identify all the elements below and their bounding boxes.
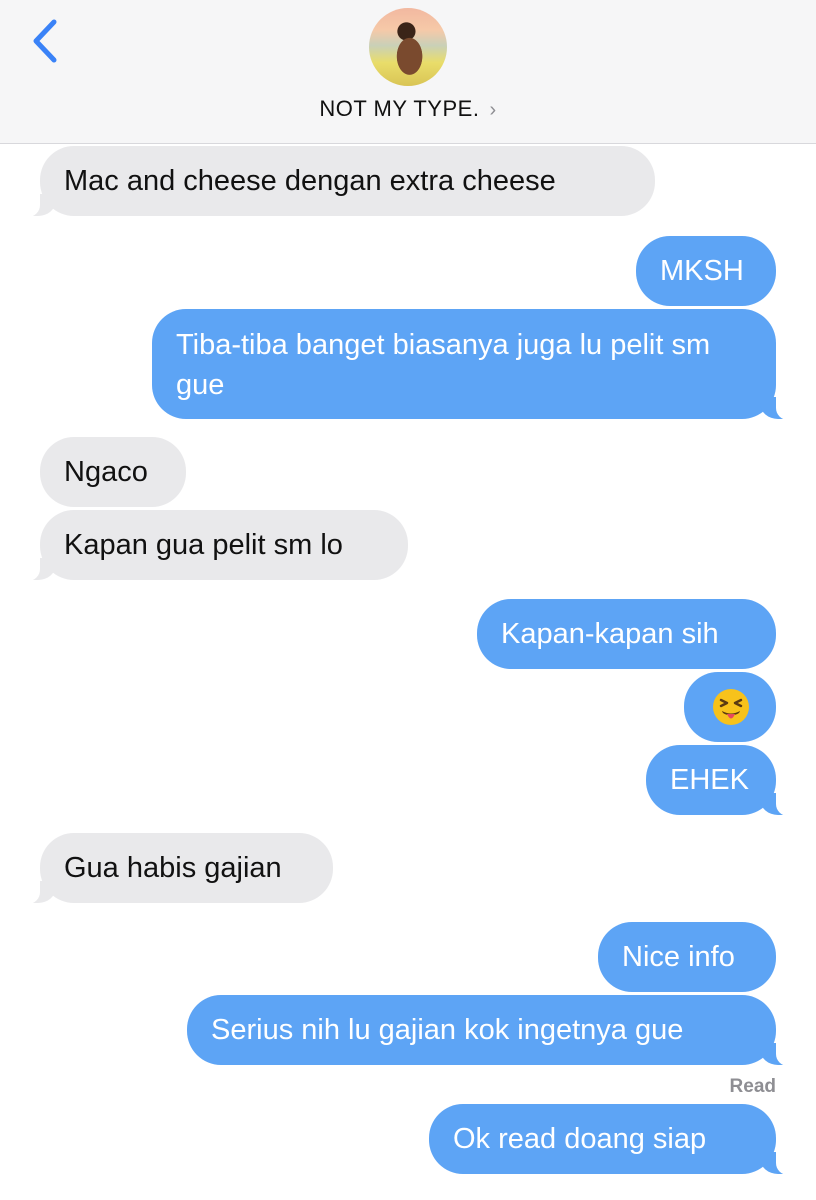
message-text: Mac and cheese dengan extra cheese xyxy=(64,165,556,197)
message-text: Gua habis gajian xyxy=(64,852,282,884)
message-text: Kapan gua pelit sm lo xyxy=(64,529,343,561)
message-text: Ok read doang siap xyxy=(453,1123,707,1155)
outgoing-message[interactable]: Ok read doang siap xyxy=(429,1104,796,1175)
message-text: Serius nih lu gajian kok ingetnya gue xyxy=(211,1014,684,1046)
incoming-message[interactable]: Ngaco xyxy=(40,437,186,507)
incoming-message[interactable]: Gua habis gajian xyxy=(20,833,333,904)
outgoing-message[interactable]: Serius nih lu gajian kok ingetnya gue xyxy=(187,995,796,1066)
back-button[interactable] xyxy=(26,14,66,68)
message-text: Nice info xyxy=(622,941,735,973)
outgoing-message[interactable]: EHEK xyxy=(646,745,796,816)
message-text: MKSH xyxy=(660,255,744,287)
chevron-right-icon: › xyxy=(489,99,497,121)
read-receipt: Read xyxy=(729,1076,776,1097)
outgoing-message[interactable]: Tiba-tiba banget biasanya juga lu pelit … xyxy=(152,309,796,420)
outgoing-message[interactable]: MKSH xyxy=(636,236,776,306)
outgoing-message[interactable]: Kapan-kapan sih xyxy=(477,599,776,669)
incoming-message[interactable]: Mac and cheese dengan extra cheese xyxy=(20,146,655,217)
outgoing-message[interactable]: Nice info xyxy=(598,922,776,992)
message-text: Kapan-kapan sih xyxy=(501,618,719,650)
squinting-face-with-tongue-icon xyxy=(713,689,749,725)
message-text: Ngaco xyxy=(64,456,148,488)
contact-avatar[interactable] xyxy=(369,8,447,86)
outgoing-emoji-message[interactable] xyxy=(684,672,776,742)
message-text: Tiba-tiba banget biasanya juga lu pelit … xyxy=(176,329,711,401)
message-text: EHEK xyxy=(670,764,749,796)
contact-name: NOT MY TYPE. xyxy=(319,96,480,121)
chevron-left-icon xyxy=(33,19,57,63)
contact-name-button[interactable]: NOT MY TYPE. › xyxy=(0,96,816,122)
incoming-message[interactable]: Kapan gua pelit sm lo xyxy=(20,510,408,581)
conversation-header: NOT MY TYPE. › xyxy=(0,0,816,144)
